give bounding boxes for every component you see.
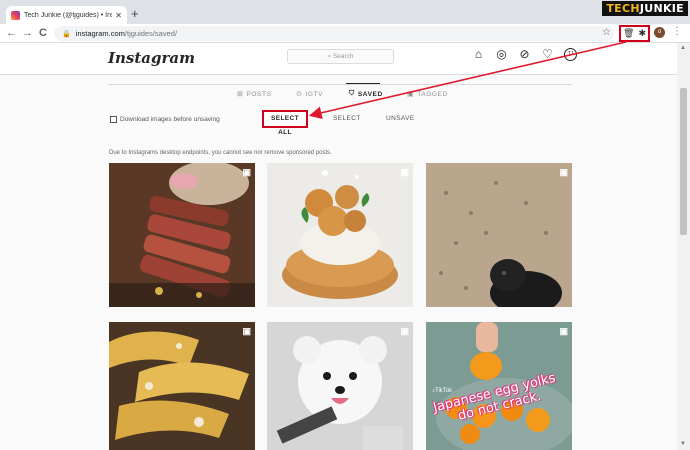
tab-posts[interactable]: ⊞ POSTS (237, 90, 272, 99)
tab-tagged[interactable]: ▣ TAGGED (407, 90, 448, 99)
saved-post-beach-dog[interactable]: ▣ (426, 163, 572, 307)
home-icon[interactable]: ⌂ (472, 48, 485, 61)
instagram-favicon-icon (11, 10, 20, 20)
video-icon: ▣ (559, 326, 568, 336)
address-bar[interactable]: 🔒 instagram.com/tjguides/saved/ (54, 26, 614, 41)
search-placeholder: Search (332, 53, 354, 60)
pomeranian-image (267, 322, 413, 450)
dessert-image (267, 163, 413, 307)
profile-avatar[interactable]: o (654, 27, 665, 38)
saved-post-dessert[interactable]: ▣ (267, 163, 413, 307)
scroll-down-arrow-icon[interactable]: ▼ (680, 441, 686, 447)
explore-compass-icon[interactable]: ⊘ (518, 48, 531, 61)
new-tab-button[interactable]: + (131, 7, 139, 21)
profile-icon[interactable]: TJ (564, 48, 577, 61)
back-arrow-icon[interactable]: ← (6, 26, 17, 40)
url-host: instagram.com (75, 29, 125, 38)
video-icon: ▣ (400, 326, 409, 336)
tabs-divider (108, 84, 572, 85)
tab-label: POSTS (246, 90, 272, 98)
video-icon: ▣ (400, 167, 409, 177)
beach-dog-image (426, 163, 572, 307)
forward-arrow-icon[interactable]: → (22, 26, 33, 40)
close-tab-icon[interactable]: ✕ (115, 11, 122, 20)
tab-label: SAVED (357, 90, 383, 98)
tacos-image (109, 322, 255, 450)
igtv-icon: ⊙ (296, 91, 303, 98)
download-label: Download images before unsaving (120, 116, 220, 123)
tab-igtv[interactable]: ⊙ IGTV (296, 90, 324, 99)
heart-icon[interactable]: ♡ (541, 48, 554, 61)
download-option[interactable]: Download images before unsaving (110, 116, 220, 123)
grid-icon: ⊞ (237, 91, 244, 98)
video-icon: ▣ (242, 326, 251, 336)
tab-label: TAGGED (417, 90, 448, 98)
steak-image (109, 163, 255, 307)
video-icon: ▣ (242, 167, 251, 177)
menu-kebab-icon[interactable]: ⋮ (672, 26, 682, 37)
unsave-button[interactable]: UNSAVE (386, 115, 415, 122)
reload-icon[interactable]: C (39, 26, 47, 40)
bookmark-icon: ⛉ (349, 90, 355, 97)
trash-extension-icon[interactable]: 🗑 (623, 28, 634, 39)
video-icon: ▣ (559, 167, 568, 177)
tiktok-watermark: ♪TikTok (432, 388, 453, 394)
select-all-button[interactable]: SELECT ALL (262, 110, 308, 136)
browser-toolbar: ← → C 🔒 instagram.com/tjguides/saved/ ☆ (0, 24, 690, 43)
puzzle-extension-icon[interactable]: ✱ (638, 28, 646, 39)
messenger-icon[interactable]: ◎ (495, 48, 508, 61)
download-checkbox[interactable] (110, 116, 117, 123)
scroll-up-arrow-icon[interactable]: ▲ (680, 45, 686, 51)
techjunkie-logo: TECHJUNKIE (602, 1, 688, 16)
instagram-logo[interactable]: Instagram (108, 49, 195, 67)
tab-label: IGTV (305, 90, 324, 98)
scrollbar-thumb[interactable] (680, 88, 687, 235)
lock-icon: 🔒 (62, 30, 71, 38)
tag-icon: ▣ (407, 91, 415, 98)
url-path: /tjguides/saved/ (124, 29, 178, 38)
extensions-highlight: 🗑 ✱ (619, 25, 650, 42)
saved-post-pomeranian[interactable]: ▣ (267, 322, 413, 450)
saved-post-steak[interactable]: ▣ (109, 163, 255, 307)
instagram-header: Instagram ⌕ Search ⌂ ◎ ⊘ ♡ TJ (0, 43, 677, 75)
browser-tab[interactable]: Tech Junkie (@tjguides) • Instagr... ✕ (6, 6, 127, 24)
instagram-nav: ⌂ ◎ ⊘ ♡ TJ (472, 48, 577, 61)
saved-post-tacos[interactable]: ▣ (109, 322, 255, 450)
sponsored-notice: Due to Instagrams desktop endpoints, you… (109, 150, 332, 156)
active-tab-indicator (346, 83, 380, 84)
select-button[interactable]: SELECT (333, 115, 361, 122)
tab-saved[interactable]: ⛉ SAVED (349, 90, 383, 98)
search-input[interactable]: ⌕ Search (287, 49, 394, 64)
bookmark-star-icon[interactable]: ☆ (602, 27, 611, 38)
saved-post-egg-yolks[interactable]: ♪TikTok Japanese egg yolks do not crack.… (426, 322, 572, 450)
tab-title: Tech Junkie (@tjguides) • Instagr... (24, 11, 112, 19)
